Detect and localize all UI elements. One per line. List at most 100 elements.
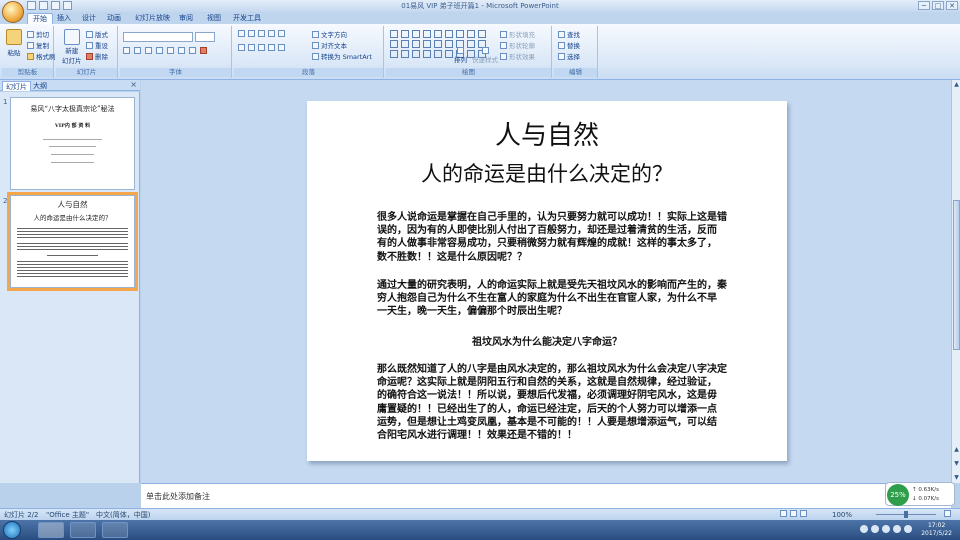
align-right-icon[interactable]: [258, 44, 265, 51]
format-painter-button[interactable]: 格式刷: [27, 51, 56, 61]
text-direction-button[interactable]: 文字方向: [312, 29, 347, 39]
slide-sorter-icon[interactable]: [790, 510, 797, 517]
cut-button[interactable]: 剪切: [27, 29, 49, 39]
paragraph-group: 文字方向 对齐文本 转换为 SmartArt 段落: [234, 26, 384, 78]
char-spacing-icon[interactable]: [178, 47, 185, 54]
maximize-button[interactable]: □: [932, 1, 944, 10]
replace-button[interactable]: 替换: [558, 40, 580, 50]
scroll-up-icon[interactable]: ▲: [953, 81, 960, 88]
layout-button[interactable]: 版式: [86, 29, 108, 39]
tray-volume-icon[interactable]: [904, 525, 912, 533]
select-button[interactable]: 选择: [558, 51, 580, 61]
tab-view[interactable]: 视图: [202, 13, 226, 24]
paste-button[interactable]: 粘贴: [6, 29, 22, 57]
font-color-icon[interactable]: [200, 47, 207, 54]
slide-title[interactable]: 人与自然: [307, 115, 787, 152]
normal-view-icon[interactable]: [780, 510, 787, 517]
language-status[interactable]: 中文(简体，中国): [96, 510, 150, 520]
status-bar: 幻灯片 2/2 "Office 主题" 中文(简体，中国) 100%: [0, 508, 960, 520]
clock-time: 17:02: [927, 522, 946, 529]
increase-indent-icon[interactable]: [268, 30, 275, 37]
next-slide-icon[interactable]: ▼: [953, 460, 960, 467]
italic-icon[interactable]: [134, 47, 141, 54]
slide-1-thumbnail[interactable]: 易风“八字太极真宗论”秘法 VIP内 部 资 料: [10, 97, 135, 190]
slide-paragraph-1[interactable]: 很多人说命运是掌握在自己手里的，认为只要努力就可以成功！！实际上这是错 误的，因…: [377, 211, 749, 264]
network-monitor-widget[interactable]: 25% ↑ 0.63K/s ↓ 0.07K/s: [885, 482, 955, 506]
close-button[interactable]: ✕: [946, 1, 958, 10]
decrease-indent-icon[interactable]: [258, 30, 265, 37]
zoom-level[interactable]: 100%: [832, 510, 852, 520]
copy-button[interactable]: 复制: [27, 40, 49, 50]
zoom-slider-knob[interactable]: [904, 511, 908, 518]
tab-outline-panel[interactable]: 大纲: [30, 81, 50, 91]
taskbar-powerpoint-icon[interactable]: [38, 522, 64, 538]
align-text-button[interactable]: 对齐文本: [312, 40, 347, 50]
underline-icon[interactable]: [145, 47, 152, 54]
tray-app-icon-3[interactable]: [882, 525, 890, 533]
reset-button[interactable]: 重设: [86, 40, 108, 50]
smartart-button[interactable]: 转换为 SmartArt: [312, 51, 372, 61]
shadow-icon[interactable]: [167, 47, 174, 54]
slide-2-thumbnail[interactable]: 人与自然 人的命运是由什么决定的？: [7, 192, 138, 291]
slide-2-number: 2: [3, 197, 8, 205]
tray-app-icon-1[interactable]: [860, 525, 868, 533]
numbering-icon[interactable]: [248, 30, 255, 37]
clock-date: 2017/5/22: [921, 530, 952, 537]
office-button[interactable]: [2, 1, 24, 23]
taskbar-folder-icon[interactable]: [70, 522, 96, 538]
prev-slide-icon[interactable]: ▲: [953, 446, 960, 453]
arrange-button[interactable]: 排列: [454, 47, 467, 64]
notes-pane[interactable]: 单击此处添加备注: [141, 483, 951, 508]
fit-to-window-icon[interactable]: [944, 510, 951, 520]
justify-icon[interactable]: [268, 44, 275, 51]
bold-icon[interactable]: [123, 47, 130, 54]
close-panel-icon[interactable]: ×: [130, 80, 137, 89]
current-slide[interactable]: 人与自然 人的命运是由什么决定的？ 很多人说命运是掌握在自己手里的，认为只要努力…: [307, 101, 787, 461]
tab-design[interactable]: 设计: [77, 13, 101, 24]
vertical-scrollbar[interactable]: ▲ ▲ ▼ ▼: [951, 80, 960, 483]
font-size-combo[interactable]: [195, 32, 215, 42]
tab-insert[interactable]: 插入: [52, 13, 76, 24]
bullets-icon[interactable]: [238, 30, 245, 37]
slide-subtitle[interactable]: 人的命运是由什么决定的？: [307, 158, 787, 188]
find-button[interactable]: 查找: [558, 29, 580, 39]
tray-network-icon[interactable]: [893, 525, 901, 533]
clipboard-group: 粘贴 剪切 复制 格式刷 剪贴板: [2, 26, 56, 78]
notes-placeholder[interactable]: 单击此处添加备注: [146, 491, 210, 502]
slides-outline-tabs: 幻灯片 大纲 ×: [0, 80, 140, 91]
strikethrough-icon[interactable]: [156, 47, 163, 54]
taskbar-app-icon[interactable]: [102, 522, 128, 538]
font-name-combo[interactable]: [123, 32, 193, 42]
slide-2-thumb-lines: [11, 228, 134, 277]
columns-icon[interactable]: [278, 44, 285, 51]
scroll-down-icon[interactable]: ▼: [953, 474, 960, 481]
tab-animations[interactable]: 动画: [102, 13, 126, 24]
layout-icon: [86, 30, 93, 38]
binoculars-icon: [558, 30, 565, 38]
slide-heading[interactable]: 祖坟风水为什么能决定八字命运？: [307, 333, 787, 348]
clock[interactable]: 17:02 2017/5/22: [921, 522, 952, 538]
tab-slides-panel[interactable]: 幻灯片: [2, 81, 31, 91]
scroll-thumb[interactable]: [953, 200, 960, 350]
tab-developer[interactable]: 开发工具: [228, 13, 266, 24]
align-left-icon[interactable]: [238, 44, 245, 51]
minimize-button[interactable]: ─: [918, 1, 930, 10]
shape-outline-button[interactable]: 形状轮廓: [500, 40, 535, 50]
tab-slideshow[interactable]: 幻灯片放映: [130, 13, 175, 24]
delete-slide-button[interactable]: 删除: [86, 51, 108, 61]
tab-home[interactable]: 开始: [27, 13, 53, 24]
tab-review[interactable]: 审阅: [174, 13, 198, 24]
tray-app-icon-2[interactable]: [871, 525, 879, 533]
change-case-icon[interactable]: [189, 47, 196, 54]
new-slide-button[interactable]: 新建 幻灯片: [62, 29, 82, 65]
align-center-icon[interactable]: [248, 44, 255, 51]
slide-paragraph-2[interactable]: 通过大量的研究表明，人的命运实际上就是受先天祖坟风水的影响而产生的，秦 穷人抱怨…: [377, 279, 749, 319]
slide-paragraph-3[interactable]: 那么既然知道了人的八字是由风水决定的，那么祖坟风水为什么会决定八字决定 命运呢？…: [377, 363, 749, 442]
quick-styles-button[interactable]: 快速样式: [472, 47, 498, 64]
shape-fill-button[interactable]: 形状填充: [500, 29, 535, 39]
slideshow-view-icon[interactable]: [800, 510, 807, 517]
shape-effects-button[interactable]: 形状效果: [500, 51, 535, 61]
line-spacing-icon[interactable]: [278, 30, 285, 37]
zoom-slider[interactable]: [876, 511, 936, 518]
start-button[interactable]: [3, 521, 21, 539]
